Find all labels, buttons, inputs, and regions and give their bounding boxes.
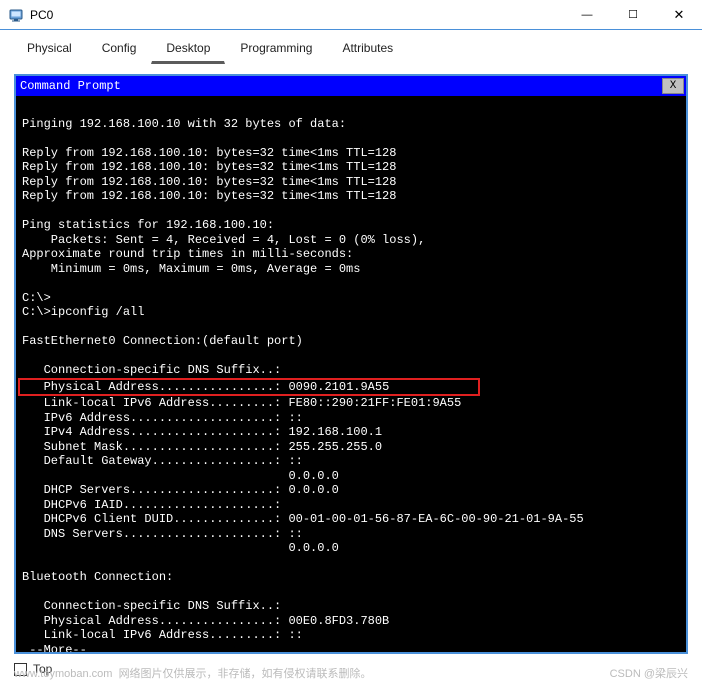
term-line: Connection-specific DNS Suffix..: [22,599,281,613]
minimize-button[interactable]: — [564,0,610,29]
term-line: Reply from 192.168.100.10: bytes=32 time… [22,160,396,174]
term-line: 0.0.0.0 [22,469,339,483]
term-line: Ping statistics for 192.168.100.10: [22,218,274,232]
tab-programming[interactable]: Programming [225,36,327,64]
tab-desktop[interactable]: Desktop [151,36,225,64]
term-line: Minimum = 0ms, Maximum = 0ms, Average = … [22,262,360,276]
term-line: C:\> [22,291,51,305]
tab-attributes[interactable]: Attributes [327,36,408,64]
term-line: --More-- [22,643,87,653]
term-line: Reply from 192.168.100.10: bytes=32 time… [22,175,396,189]
term-line: Link-local IPv6 Address.........: :: [22,628,303,642]
term-line: Physical Address................: 00E0.8… [22,614,389,628]
term-line: IPv6 Address....................: :: [22,411,303,425]
term-line: Pinging 192.168.100.10 with 32 bytes of … [22,117,346,131]
term-line: DHCPv6 IAID.....................: [22,498,281,512]
term-line: Default Gateway.................: :: [22,454,303,468]
footer-credit: CSDN @梁辰兴 [610,665,688,681]
maximize-button[interactable]: ☐ [610,0,656,29]
term-line: Reply from 192.168.100.10: bytes=32 time… [22,189,396,203]
term-line: Approximate round trip times in milli-se… [22,247,353,261]
window-controls: — ☐ ✕ [564,0,702,29]
term-line: Connection-specific DNS Suffix..: [22,363,281,377]
window-title: PC0 [30,8,564,22]
footer-url: www.toymoban.com 网络图片仅供展示，非存储，如有侵权请联系删除。 [14,665,610,681]
window-titlebar: PC0 — ☐ ✕ [0,0,702,30]
watermark-footer: www.toymoban.com 网络图片仅供展示，非存储，如有侵权请联系删除。… [14,665,688,681]
tab-strip: Physical Config Desktop Programming Attr… [0,30,702,64]
term-line: Packets: Sent = 4, Received = 4, Lost = … [22,233,425,247]
term-line: Link-local IPv6 Address.........: FE80::… [22,396,461,410]
term-line: DHCP Servers....................: 0.0.0.… [22,483,339,497]
physical-address-highlight: Physical Address................: 0090.2… [18,378,480,397]
term-line: 0.0.0.0 [22,541,339,555]
term-line: DNS Servers.....................: :: [22,527,303,541]
tab-config[interactable]: Config [87,36,152,64]
term-line: IPv4 Address....................: 192.16… [22,425,382,439]
term-line: DHCPv6 Client DUID..............: 00-01-… [22,512,584,526]
close-button[interactable]: ✕ [656,0,702,29]
term-line-label: Physical Address................: [22,380,288,394]
terminal-output[interactable]: Pinging 192.168.100.10 with 32 bytes of … [16,96,686,652]
app-icon [8,7,24,23]
term-line: FastEthernet0 Connection:(default port) [22,334,303,348]
command-prompt-window: Command Prompt X Pinging 192.168.100.10 … [14,74,688,654]
term-line: Subnet Mask.....................: 255.25… [22,440,382,454]
physical-address-value: 0090.2101.9A55 [288,380,389,394]
term-line: Bluetooth Connection: [22,570,173,584]
command-prompt-titlebar: Command Prompt X [16,76,686,96]
command-prompt-title: Command Prompt [20,79,662,93]
command-prompt-close-button[interactable]: X [662,78,684,94]
command-prompt-body[interactable]: Pinging 192.168.100.10 with 32 bytes of … [16,96,686,652]
term-line: Reply from 192.168.100.10: bytes=32 time… [22,146,396,160]
term-line: C:\>ipconfig /all [22,305,144,319]
tab-physical[interactable]: Physical [12,36,87,64]
